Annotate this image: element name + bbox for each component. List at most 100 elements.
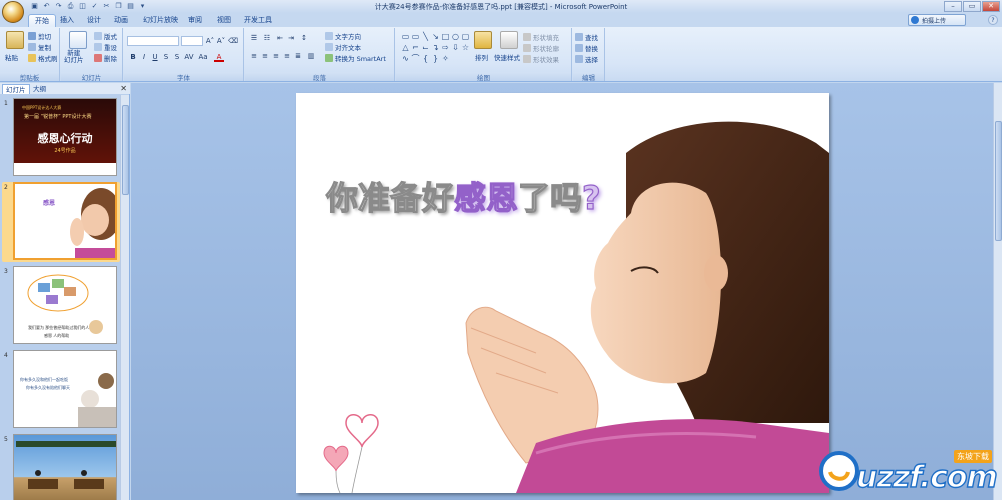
rectangle-icon[interactable]: ▭ bbox=[401, 32, 410, 41]
italic-button[interactable]: I bbox=[139, 52, 149, 62]
curve-icon[interactable]: ∿ bbox=[401, 54, 410, 63]
grow-font-button[interactable]: A˄ bbox=[205, 36, 215, 46]
brace-left-icon[interactable]: { bbox=[421, 54, 430, 63]
panel-scroll-thumb[interactable] bbox=[122, 105, 129, 195]
slide-thumb-2[interactable]: 2 感恩 bbox=[2, 182, 120, 262]
slides-panel: 幻灯片 大纲 ✕ 1 中国PPT设计达人大赛 第一届 “锐普杯” PPT设计大赛… bbox=[0, 83, 130, 500]
align-left-button[interactable]: ≡ bbox=[249, 51, 259, 61]
elbow-icon[interactable]: ⌐ bbox=[411, 43, 420, 52]
delete-button[interactable]: 删除 bbox=[94, 53, 117, 63]
tab-review[interactable]: 审阅 bbox=[182, 14, 208, 27]
tab-view[interactable]: 视图 bbox=[211, 14, 237, 27]
tab-home[interactable]: 开始 bbox=[28, 14, 56, 27]
columns-button[interactable]: ▥ bbox=[306, 51, 316, 61]
paste-button[interactable]: 粘贴 bbox=[5, 52, 18, 62]
text-direction-button[interactable]: 文字方向 bbox=[325, 31, 361, 41]
slide-thumb-4[interactable]: 4 你有多久没和他们一起吃饭 你有多久没有陪他们聊天 bbox=[2, 350, 120, 430]
underline-button[interactable]: U bbox=[150, 52, 160, 62]
group-label-font: 字体 bbox=[124, 72, 243, 82]
bold-button[interactable]: B bbox=[128, 52, 138, 62]
line-spacing-button[interactable]: ↕ bbox=[299, 33, 309, 43]
help-icon[interactable]: ? bbox=[988, 15, 998, 25]
cut-button[interactable]: 剪切 bbox=[28, 31, 51, 41]
font-name-combo[interactable] bbox=[127, 36, 179, 46]
shrink-font-button[interactable]: A˅ bbox=[216, 36, 226, 46]
rounded-rect-icon[interactable]: ▢ bbox=[461, 32, 470, 41]
quick-styles-icon[interactable] bbox=[500, 31, 518, 49]
close-icon[interactable]: ✕ bbox=[120, 84, 127, 93]
find-button[interactable]: 查找 bbox=[575, 32, 598, 42]
format-painter-button[interactable]: 格式刷 bbox=[28, 53, 58, 63]
office-button[interactable] bbox=[2, 1, 24, 23]
tab-insert[interactable]: 插入 bbox=[54, 14, 80, 27]
distributed-button[interactable]: ≣ bbox=[293, 51, 303, 61]
decrease-indent-button[interactable]: ⇤ bbox=[275, 33, 285, 43]
paste-icon[interactable] bbox=[6, 31, 24, 49]
arrange-button[interactable]: 排列 bbox=[475, 52, 488, 62]
shape-effects-button[interactable]: 形状效果 bbox=[523, 54, 559, 64]
align-text-button[interactable]: 对齐文本 bbox=[325, 42, 361, 52]
align-right-button[interactable]: ≡ bbox=[271, 51, 281, 61]
shape-outline-button[interactable]: 形状轮廓 bbox=[523, 43, 559, 53]
line-icon[interactable]: ╲ bbox=[421, 32, 430, 41]
layout-button[interactable]: 版式 bbox=[94, 31, 117, 41]
justify-button[interactable]: ≡ bbox=[282, 51, 292, 61]
font-size-combo[interactable] bbox=[181, 36, 203, 46]
arrange-icon[interactable] bbox=[474, 31, 492, 49]
site-watermark: uzzf.com 东坡下载 bbox=[816, 446, 998, 496]
star-icon-2[interactable]: ✧ bbox=[441, 54, 450, 63]
clear-format-button[interactable]: ⌫ bbox=[228, 36, 238, 46]
tab-animation[interactable]: 动画 bbox=[108, 14, 134, 27]
smartart-button[interactable]: 转换为 SmartArt bbox=[325, 53, 386, 63]
align-center-button[interactable]: ≡ bbox=[260, 51, 270, 61]
quick-styles-button[interactable]: 快速样式 bbox=[494, 52, 520, 62]
square-icon[interactable]: □ bbox=[441, 32, 450, 41]
freeform-icon[interactable]: ⌒ bbox=[411, 54, 420, 63]
close-button[interactable]: ✕ bbox=[982, 1, 1000, 12]
slide-thumb-3[interactable]: 3 我们要为 那些曾经帮助过我们的人 感恩 人的帮助 bbox=[2, 266, 120, 346]
connector-icon[interactable]: ⌙ bbox=[421, 43, 430, 52]
slide-thumb-5[interactable]: 5 bbox=[2, 434, 120, 500]
arrow-right-icon[interactable]: ⇨ bbox=[441, 43, 450, 52]
increase-indent-button[interactable]: ⇥ bbox=[286, 33, 296, 43]
copy-icon bbox=[28, 43, 36, 51]
arrow-down-icon[interactable]: ⇩ bbox=[451, 43, 460, 52]
upload-button[interactable]: 拍摄上传 bbox=[908, 14, 966, 26]
tab-outline-panel[interactable]: 大纲 bbox=[30, 84, 49, 94]
star-icon[interactable]: ☆ bbox=[461, 43, 470, 52]
font-color-button[interactable]: A bbox=[214, 52, 224, 62]
replace-button[interactable]: 替换 bbox=[575, 43, 598, 53]
bullets-button[interactable]: ☰ bbox=[249, 33, 259, 43]
shapes-gallery[interactable]: ▭ ▭ ╲ ↘ □ ○ ▢ △ ⌐ ⌙ ↴ ⇨ ⇩ ☆ ∿ ⌒ { } ✧ bbox=[401, 32, 470, 64]
arrow-icon[interactable]: ↘ bbox=[431, 32, 440, 41]
spacing-button[interactable]: AV bbox=[184, 52, 194, 62]
panel-scrollbar[interactable] bbox=[120, 95, 129, 500]
slide-title[interactable]: 你准备好感恩了吗? bbox=[325, 173, 601, 219]
new-slide-icon[interactable] bbox=[69, 31, 87, 49]
slides-group: 新建 幻灯片 版式 重设 删除 幻灯片 bbox=[61, 28, 123, 82]
tab-design[interactable]: 设计 bbox=[81, 14, 107, 27]
brace-right-icon[interactable]: } bbox=[431, 54, 440, 63]
select-button[interactable]: 选择 bbox=[575, 54, 598, 64]
tab-slides-panel[interactable]: 幻灯片 bbox=[2, 84, 30, 94]
oval-icon[interactable]: ○ bbox=[451, 32, 460, 41]
slide-canvas[interactable]: 你准备好感恩了吗? bbox=[296, 93, 829, 493]
triangle-icon[interactable]: △ bbox=[401, 43, 410, 52]
shadow-button[interactable]: S bbox=[172, 52, 182, 62]
strikethrough-button[interactable]: S bbox=[161, 52, 171, 62]
slide-thumb-1[interactable]: 1 中国PPT设计达人大赛 第一届 “锐普杯” PPT设计大赛 感恩心行动 24… bbox=[2, 98, 120, 178]
tab-slideshow[interactable]: 幻灯片放映 bbox=[137, 14, 184, 27]
rectangle-icon-2[interactable]: ▭ bbox=[411, 32, 420, 41]
workspace-scroll-thumb[interactable] bbox=[995, 121, 1002, 241]
copy-button[interactable]: 复制 bbox=[28, 42, 51, 52]
shape-fill-button[interactable]: 形状填充 bbox=[523, 32, 559, 42]
maximize-button[interactable]: ▭ bbox=[963, 1, 981, 12]
new-slide-button[interactable]: 新建 幻灯片 bbox=[64, 50, 84, 64]
numbering-button[interactable]: ☷ bbox=[262, 33, 272, 43]
change-case-button[interactable]: Aa bbox=[198, 52, 208, 62]
minimize-button[interactable]: – bbox=[944, 1, 962, 12]
connector-icon-2[interactable]: ↴ bbox=[431, 43, 440, 52]
workspace-scrollbar[interactable] bbox=[993, 83, 1002, 500]
tab-developer[interactable]: 开发工具 bbox=[238, 14, 278, 27]
reset-button[interactable]: 重设 bbox=[94, 42, 117, 52]
